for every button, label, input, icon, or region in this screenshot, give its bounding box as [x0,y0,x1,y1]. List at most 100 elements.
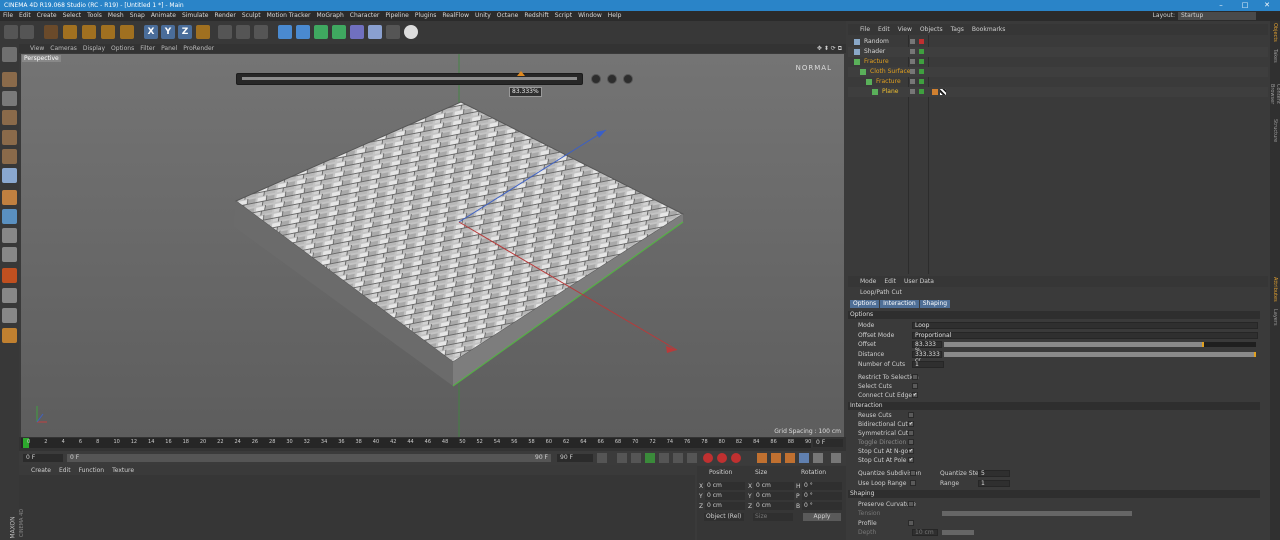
object-menu-item[interactable]: View [894,24,916,35]
visibility-toggle-icon[interactable] [910,49,915,54]
perspective-viewport[interactable]: Perspective NORMAL 83.333% Grid Spacing … [21,54,844,437]
reuse-checkbox[interactable] [908,412,914,418]
y-axis-lock-icon[interactable]: Y [161,25,175,39]
offset-field[interactable]: 83.333 % [912,341,942,354]
object-menu-item[interactable]: File [856,24,874,35]
menu-item[interactable]: Pipeline [382,11,411,21]
side-tab[interactable]: Attributes [1272,277,1278,307]
tweak-mode-icon[interactable] [2,209,17,224]
material-menu-item[interactable]: Create [27,466,55,475]
array-generator-icon[interactable] [332,25,346,39]
distance-slider-bar[interactable] [944,352,1256,357]
key-position-icon[interactable] [757,453,767,463]
visibility-toggle-icon[interactable] [910,89,915,94]
light-icon[interactable] [404,25,418,39]
points-mode-icon[interactable] [2,130,17,145]
object-menu-item[interactable]: Bookmarks [968,24,1010,35]
visibility-toggle-icon[interactable] [910,69,915,74]
object-row[interactable]: Fracture [848,77,1268,87]
offset-slider-bar[interactable] [944,342,1256,347]
coordinate-system-icon[interactable] [196,25,210,39]
fractured-plane-mesh[interactable] [235,101,685,363]
key-parameter-icon[interactable] [799,453,809,463]
menu-item[interactable]: Sculpt [239,11,264,21]
x-axis-lock-icon[interactable]: X [144,25,158,39]
select-cuts-checkbox[interactable] [912,383,918,389]
coord-mode-dropdown[interactable]: Object (Rel) [704,513,744,521]
redo-icon[interactable] [20,25,34,39]
menu-item[interactable]: Script [552,11,575,21]
object-name[interactable]: Plane [882,87,898,97]
menu-item[interactable]: File [0,11,16,21]
symmetrical-checkbox[interactable] [908,430,914,436]
play-icon[interactable] [645,453,655,463]
key-scale-icon[interactable] [785,453,795,463]
attribute-menu-item[interactable]: Edit [880,276,900,287]
menu-item[interactable]: Window [575,11,605,21]
remove-cut-icon[interactable] [623,74,633,84]
rotation-field[interactable]: 0 ° [802,492,842,500]
object-row[interactable]: Plane [848,87,1268,97]
menu-item[interactable]: Mesh [105,11,127,21]
offset-slider[interactable] [236,71,583,85]
cube-primitive-icon[interactable] [278,25,292,39]
position-field[interactable]: 0 cm [705,502,745,510]
attribute-tab[interactable]: Interaction [880,300,919,308]
enable-check-icon[interactable] [919,49,924,54]
use-loop-range-checkbox[interactable] [910,480,916,486]
size-mode-dropdown[interactable]: Size [753,513,793,521]
paint-icon[interactable] [2,328,17,343]
menu-item[interactable]: Octane [494,11,522,21]
layout-selector[interactable]: Layout: Startup [1153,12,1256,20]
visibility-toggle-icon[interactable] [910,79,915,84]
menu-item[interactable]: Render [211,11,238,21]
offset-slider-handle-icon[interactable] [517,71,526,76]
recent-tools-icon[interactable] [120,25,134,39]
autokey-icon[interactable] [717,453,727,463]
render-picture-viewer-icon[interactable] [236,25,250,39]
attribute-menu-item[interactable]: User Data [900,276,938,287]
material-tag-icon[interactable] [940,89,946,95]
range-field[interactable]: 1 [978,480,1010,487]
sculpt-icon[interactable] [2,268,17,283]
menu-item[interactable]: Redshift [521,11,551,21]
connect-checkbox[interactable]: ✔ [912,392,918,398]
tension-slider[interactable] [942,511,1132,516]
position-field[interactable]: 0 cm [705,492,745,500]
viewport-menu-item[interactable]: Options [108,44,137,53]
stop-pole-checkbox[interactable]: ✔ [908,457,914,463]
viewport-menu-item[interactable]: Cameras [47,44,80,53]
enable-check-icon[interactable] [919,59,924,64]
size-field[interactable]: 0 cm [754,492,794,500]
undo-icon[interactable] [4,25,18,39]
close-button[interactable]: ✕ [1256,0,1278,11]
depth-field[interactable]: 10 cm [912,529,938,536]
maximize-button[interactable]: □ [1234,0,1256,11]
workplane-mode-icon[interactable] [2,110,17,125]
rotation-field[interactable]: 0 ° [802,502,842,510]
attribute-tab[interactable]: Options [850,300,880,308]
viewport-nav-icons[interactable]: ✥ ⬍ ⟳ ⧉ [817,44,842,53]
viewport-menu-item[interactable]: Panel [158,44,180,53]
menu-item[interactable]: Character [347,11,383,21]
preserve-checkbox[interactable] [908,501,914,507]
attribute-menu-item[interactable]: Mode [856,276,880,287]
visibility-toggle-icon[interactable] [910,39,915,44]
size-field[interactable]: 0 cm [754,502,794,510]
enable-check-icon[interactable] [919,39,924,44]
menu-item[interactable]: Unity [472,11,494,21]
start-frame-field[interactable]: 0 F [23,454,63,462]
menu-item[interactable]: MoGraph [314,11,347,21]
z-axis-lock-icon[interactable]: Z [178,25,192,39]
timeline-ruler[interactable]: 0 2 4 6 8 10 12 14 16 18 20 22 24 26 28 30 32 34 36 38 40 42 4… [21,438,811,448]
attribute-tab[interactable]: Shaping [919,300,951,308]
object-menu-item[interactable]: Edit [874,24,894,35]
object-name[interactable]: Fracture [864,57,889,67]
next-key-icon[interactable] [673,453,683,463]
material-menu-item[interactable]: Edit [55,466,75,475]
make-editable-icon[interactable] [2,47,17,62]
object-menu-item[interactable]: Objects [916,24,947,35]
position-field[interactable]: 0 cm [705,482,745,490]
apply-button[interactable]: Apply [803,513,841,521]
bidirectional-checkbox[interactable]: ✔ [908,421,914,427]
